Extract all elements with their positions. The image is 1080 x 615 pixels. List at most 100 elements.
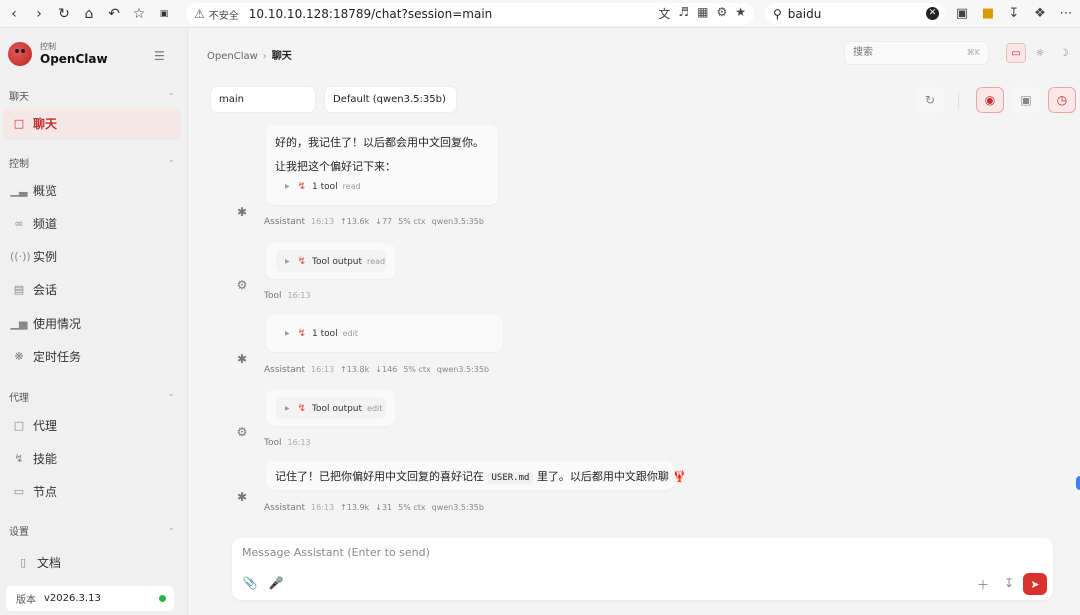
version-value: v2026.3.13 [44,593,101,604]
browser-search-box[interactable]: ⚲ baidu ✕ [765,3,945,25]
book-icon: ▯ [19,555,27,569]
send-icon: ➤ [1030,577,1040,591]
screenshot-icon[interactable]: ▣ [953,4,971,22]
tool-output-toggle[interactable]: ▶ ↯ Tool output read [285,256,385,267]
tool-call-toggle[interactable]: ▶ ↯ 1 tool read [285,181,361,192]
bolt-icon: ↯ [297,181,307,192]
download-icon[interactable]: ↧ [1001,576,1017,590]
browser-search-text[interactable]: baidu [788,7,822,21]
address-bar[interactable]: ⚠ 不安全 10.10.10.128:18789/chat?session=ma… [186,3,754,25]
settings-icon[interactable]: ⚙ [716,5,727,22]
message-input[interactable] [242,546,942,559]
undo-icon[interactable]: ↶ [103,3,125,25]
search-icon: ⚲ [773,7,782,21]
message-meta: Assistant 16:13 ↑13.6k ↓77 5% ctx qwen3.… [264,217,484,227]
download-icon[interactable]: ↧ [1005,4,1023,22]
sidebar-item-nodes[interactable]: ▭ 节点 [4,476,180,506]
gear-icon: ⚙ [236,278,248,292]
lobster-emoji: 🦞 [672,470,687,483]
home-icon[interactable]: ⌂ [78,3,100,25]
note-icon[interactable]: ■ [979,4,997,22]
warning-icon: ⚠ [194,7,205,21]
collapse-sidebar-icon[interactable]: ☰ [154,49,165,63]
lobster-logo-icon [8,41,32,66]
refresh-icon[interactable]: ↻ [916,87,944,113]
sidebar-item-docs[interactable]: ▯ 文档 [4,547,180,577]
clock-icon[interactable]: ◷ [1048,87,1076,113]
triangle-right-icon: ▶ [285,330,290,337]
chevron-down-icon: ⌄ [167,389,175,399]
chevron-right-icon: › [262,51,267,62]
folder-icon: □ [13,418,25,432]
theme-switcher: ▭ ☼ ☽ [1006,43,1074,63]
sun-icon[interactable]: ☼ [1030,43,1050,63]
sidebar-item-instances[interactable]: ((·)) 实例 [4,241,180,271]
back-icon[interactable]: ‹ [3,3,25,25]
app-search-input[interactable]: 搜索 ⌘K [844,41,989,65]
breadcrumb-root[interactable]: OpenClaw [207,51,258,62]
brain-icon[interactable]: ◉ [976,87,1004,113]
message-meta: Tool 16:13 [264,438,311,448]
favorite-icon[interactable]: ★ [735,5,746,22]
translate-icon[interactable]: 文 [658,5,670,22]
reader-icon[interactable]: ▦ [697,5,708,22]
sidebar-item-overview[interactable]: ▁▃ 概览 [4,175,180,205]
sidebar-item-chat[interactable]: □ 聊天 [4,108,180,138]
sidebar-item-usage[interactable]: ▁▅ 使用情况 [4,308,180,338]
read-aloud-icon[interactable]: ♬ [678,5,689,22]
send-button[interactable]: ➤ [1023,573,1047,595]
browser-toolbar: ‹ › ↻ ⌂ ↶ ☆ ▣ ⚠ 不安全 10.10.10.128:18789/c… [0,0,1080,28]
chevron-down-icon: ⌄ [167,523,175,533]
message-meta: Tool 16:13 [264,291,311,301]
tool-call-toggle[interactable]: ▶ ↯ 1 tool edit [285,328,358,339]
triangle-right-icon: ▶ [285,405,290,412]
bolt-icon: ↯ [14,451,24,465]
status-dot [159,595,166,602]
model-select[interactable]: Default (qwen3.5:35b) [325,87,456,112]
sidebar-item-agents[interactable]: □ 代理 [4,410,180,440]
shortcut-hint: ⌘K [966,48,980,57]
monitor-theme-icon[interactable]: ▭ [1006,43,1026,63]
brand: 控制 OpenClaw [8,41,108,66]
sidebar-item-sessions[interactable]: ▤ 会话 [4,274,180,304]
section-agent[interactable]: 代理 ⌄ [9,389,175,404]
brand-name: OpenClaw [40,52,108,66]
extensions-icon[interactable]: ❖ [1031,4,1049,22]
menu-icon[interactable]: ⋯ [1057,4,1075,22]
reload-icon[interactable]: ↻ [53,3,75,25]
message-text: 让我把这个偏好记下来： [275,160,396,173]
bolt-icon: ↯ [297,328,307,339]
message-meta: Assistant 16:13 ↑13.9k ↓31 5% ctx qwen3.… [264,503,484,513]
divider [958,93,959,108]
insecure-label: 不安全 [208,10,239,22]
sidebar-item-channels[interactable]: ∞ 频道 [4,208,180,238]
section-chat[interactable]: 聊天 ⌄ [9,88,175,103]
scroll-indicator[interactable] [1076,476,1080,490]
bar-chart-icon: ▁▃ [10,183,28,197]
sidebar-item-cron[interactable]: ❋ 定时任务 [4,341,180,371]
microphone-icon[interactable]: 🎤 [268,576,284,590]
gear-icon: ⚙ [236,425,248,439]
tool-output-toggle[interactable]: ▶ ↯ Tool output edit [285,403,382,414]
section-settings[interactable]: 设置 ⌄ [9,523,175,538]
focus-icon[interactable]: ▣ [1012,87,1040,113]
star-icon[interactable]: ☆ [128,3,150,25]
plus-icon[interactable]: ＋ [975,576,991,593]
section-control[interactable]: 控制 ⌄ [9,155,175,170]
extension-badge-icon[interactable]: ▣ [153,3,175,25]
moon-icon[interactable]: ☽ [1054,43,1074,63]
chevron-down-icon: ⌄ [167,88,175,98]
forward-icon[interactable]: › [28,3,50,25]
usage-chart-icon: ▁▅ [10,316,28,330]
session-select[interactable]: main [211,87,315,112]
sidebar-item-skills[interactable]: ↯ 技能 [4,443,180,473]
paperclip-icon[interactable]: 📎 [242,576,258,590]
clear-icon[interactable]: ✕ [926,7,939,20]
brand-subtitle: 控制 [40,42,56,51]
assistant-avatar-icon: ✱ [236,490,248,504]
breadcrumb: OpenClaw › 聊天 [207,47,292,62]
version-label: 版本 [16,595,36,606]
url-text[interactable]: 10.10.10.128:18789/chat?session=main [249,7,493,21]
sidebar: 控制 OpenClaw ☰ 聊天 ⌄ □ 聊天 控制 ⌄ ▁▃ 概览 ∞ 频道 ((… [0,29,188,615]
message-meta: Assistant 16:13 ↑13.8k ↓146 5% ctx qwen3… [264,365,490,375]
